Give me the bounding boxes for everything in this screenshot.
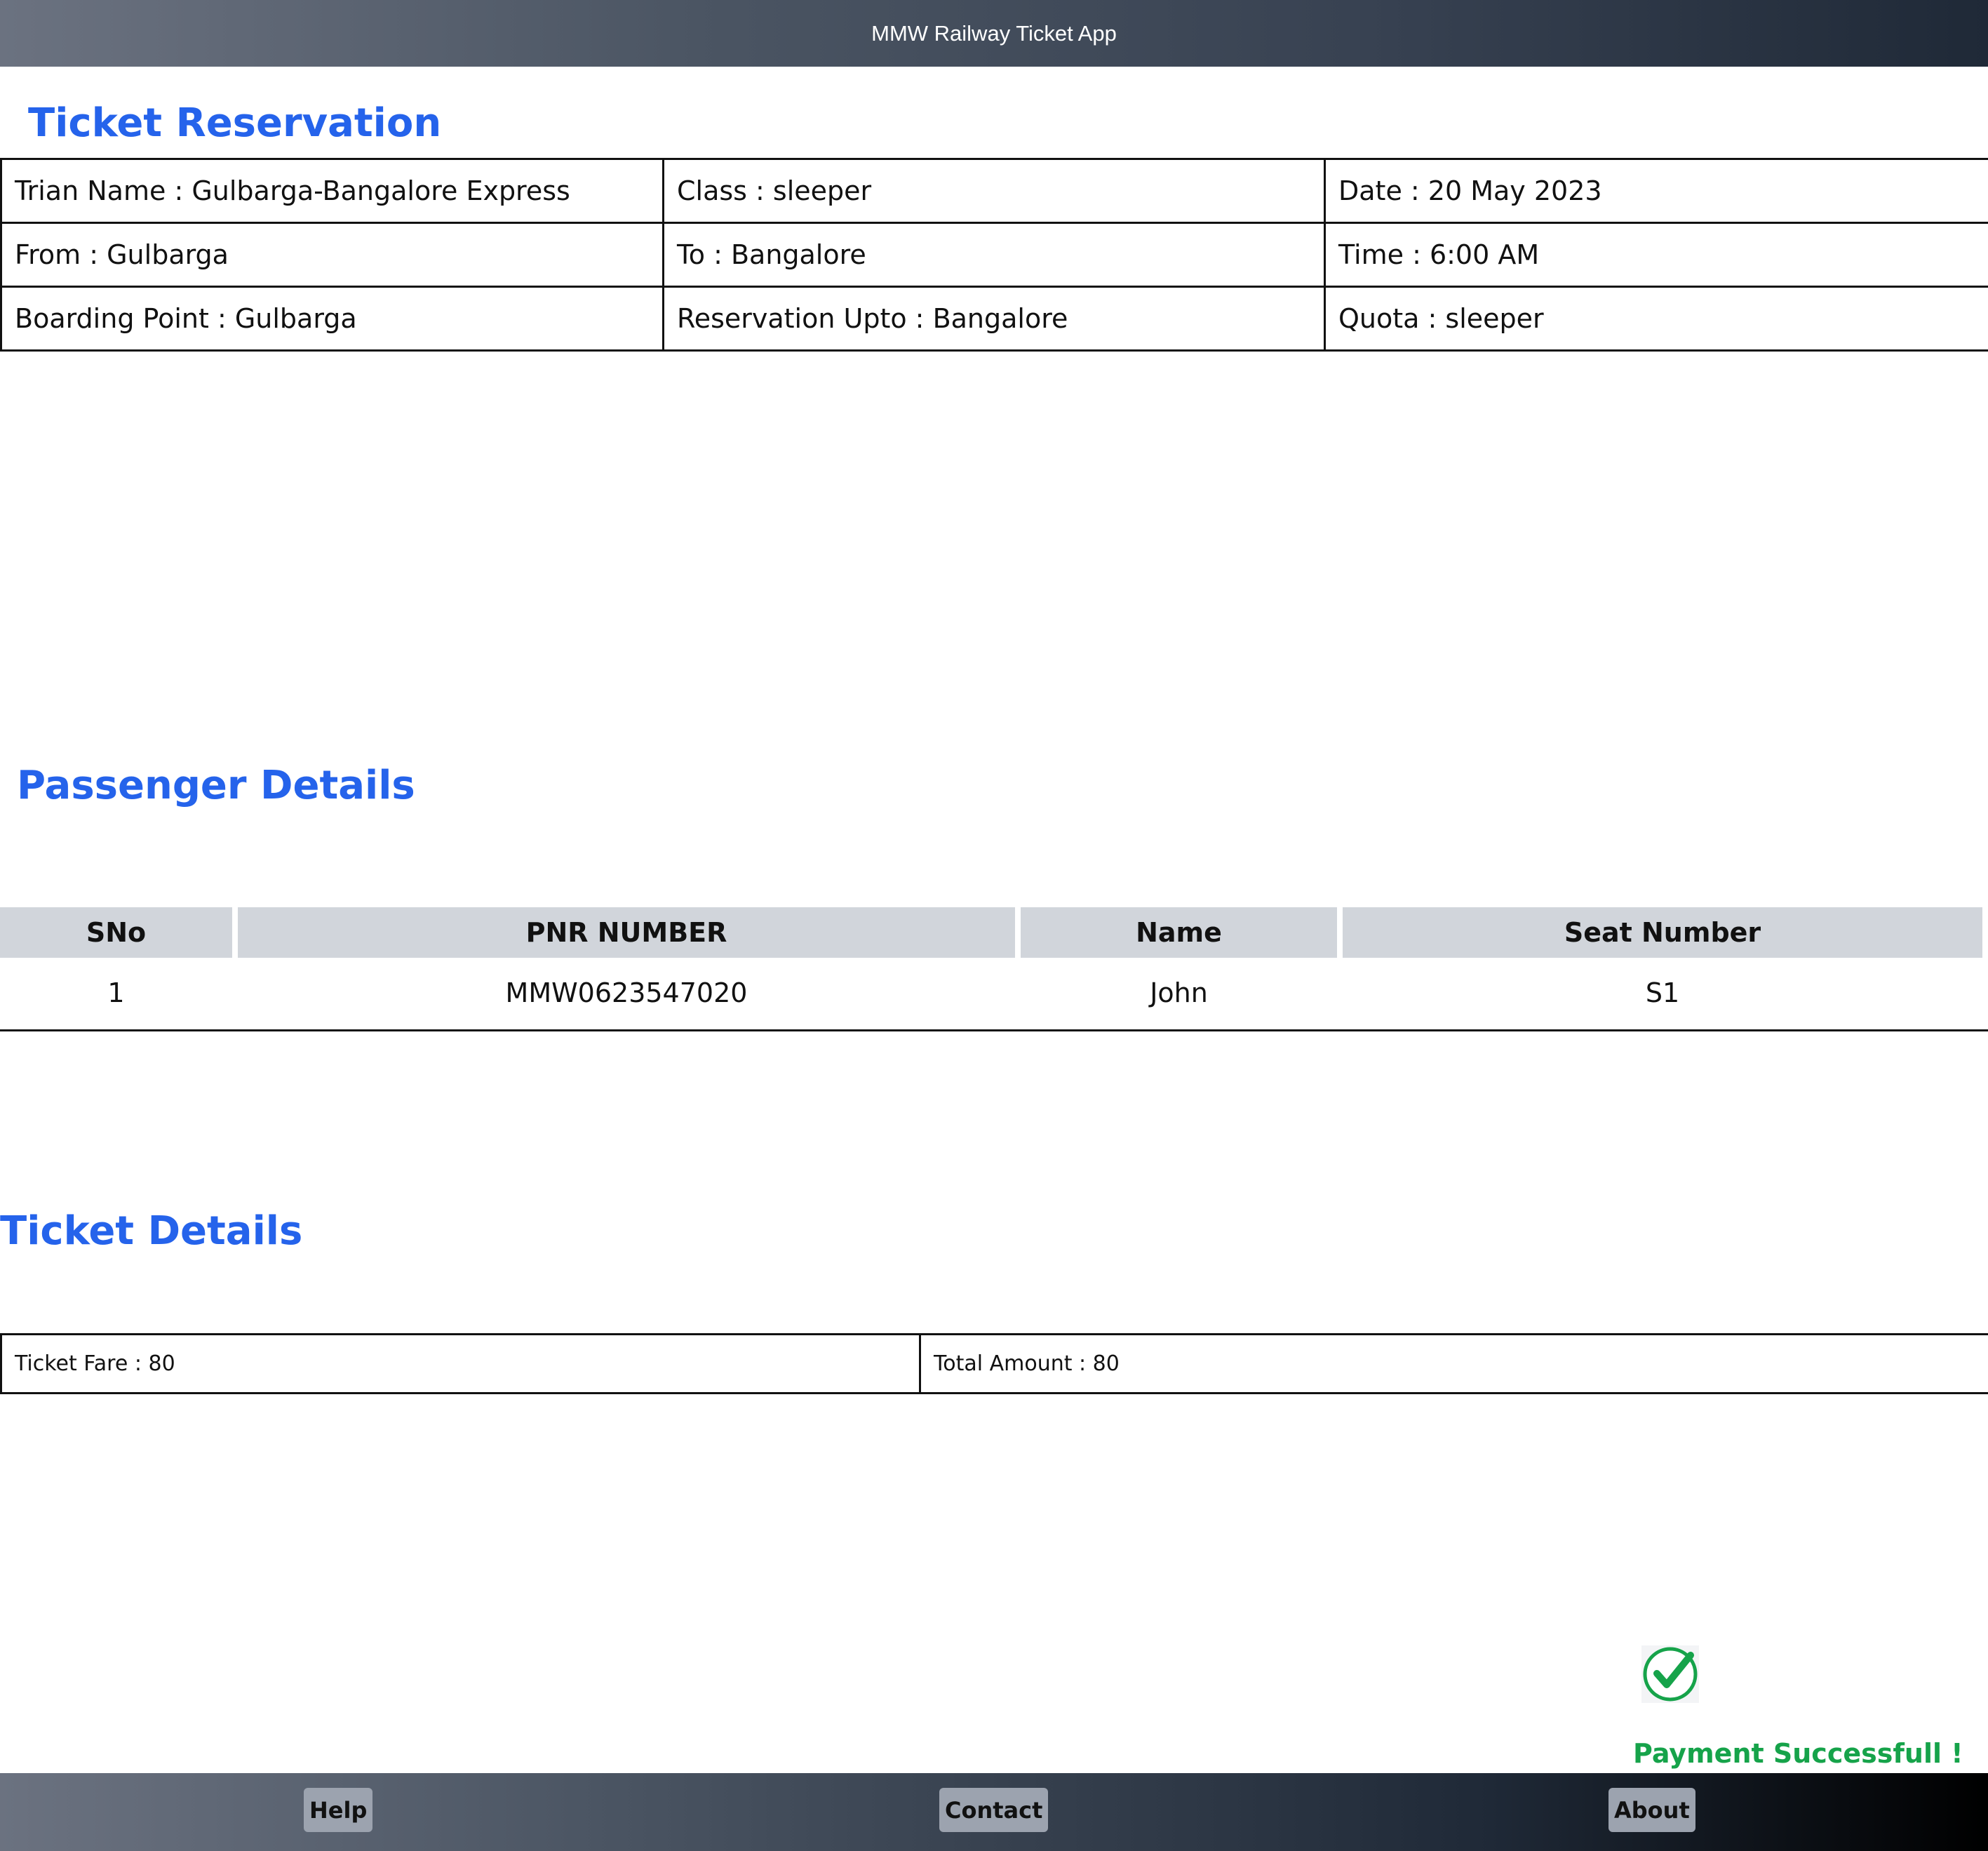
total-amount-cell: Total Amount : 80 [919,1333,1988,1394]
column-header-name: Name [1021,907,1337,958]
reservation-upto-cell: Reservation Upto : Bangalore [662,286,1326,352]
passenger-header-row: SNo PNR NUMBER Name Seat Number [0,907,1982,958]
reservation-row: From : Gulbarga To : Bangalore Time : 6:… [0,222,1988,288]
passenger-name: John [1150,977,1208,1008]
date-cell: Date : 20 May 2023 [1324,158,1988,224]
boarding-point-cell: Boarding Point : Gulbarga [0,286,664,352]
help-button[interactable]: Help [304,1788,373,1832]
ticket-page: MMW Railway Ticket App Ticket Reservatio… [0,0,1988,1851]
class-cell: Class : sleeper [662,158,1326,224]
to-cell: To : Bangalore [662,222,1326,288]
passenger-table: SNo PNR NUMBER Name Seat Number 1 MMW062… [0,907,1988,1028]
reservation-row: Boarding Point : Gulbarga Reservation Up… [0,286,1988,352]
fare-row: Ticket Fare : 80 Total Amount : 80 [0,1333,1988,1394]
reservation-heading: Ticket Reservation [28,100,442,146]
passenger-table-divider [0,1029,1988,1031]
passenger-heading: Passenger Details [17,763,415,808]
app-header: MMW Railway Ticket App [0,0,1988,67]
payment-status: Payment Successfull ! [1633,1738,1963,1769]
time-cell: Time : 6:00 AM [1324,222,1988,288]
passenger-sno: 1 [107,977,125,1008]
app-title: MMW Railway Ticket App [871,20,1117,46]
passenger-seat: S1 [1645,977,1680,1008]
reservation-row: Trian Name : Gulbarga-Bangalore Express … [0,158,1988,224]
footer-bar: Help Contact About [0,1773,1988,1851]
fare-table: Ticket Fare : 80 Total Amount : 80 [0,1333,1988,1394]
from-cell: From : Gulbarga [0,222,664,288]
about-button[interactable]: About [1608,1788,1695,1832]
column-header-pnr: PNR NUMBER [238,907,1015,958]
passenger-pnr: MMW0623547020 [505,977,748,1008]
ticket-details-heading: Ticket Details [0,1208,303,1254]
quota-cell: Quota : sleeper [1324,286,1988,352]
passenger-row: 1 MMW0623547020 John S1 [0,958,1982,1028]
ticket-fare-cell: Ticket Fare : 80 [0,1333,921,1394]
contact-button[interactable]: Contact [939,1788,1049,1832]
train-name-cell: Trian Name : Gulbarga-Bangalore Express [0,158,664,224]
check-circle-icon [1641,1645,1699,1703]
reservation-table: Trian Name : Gulbarga-Bangalore Express … [0,158,1988,352]
column-header-seat: Seat Number [1343,907,1982,958]
column-header-sno: SNo [0,907,232,958]
